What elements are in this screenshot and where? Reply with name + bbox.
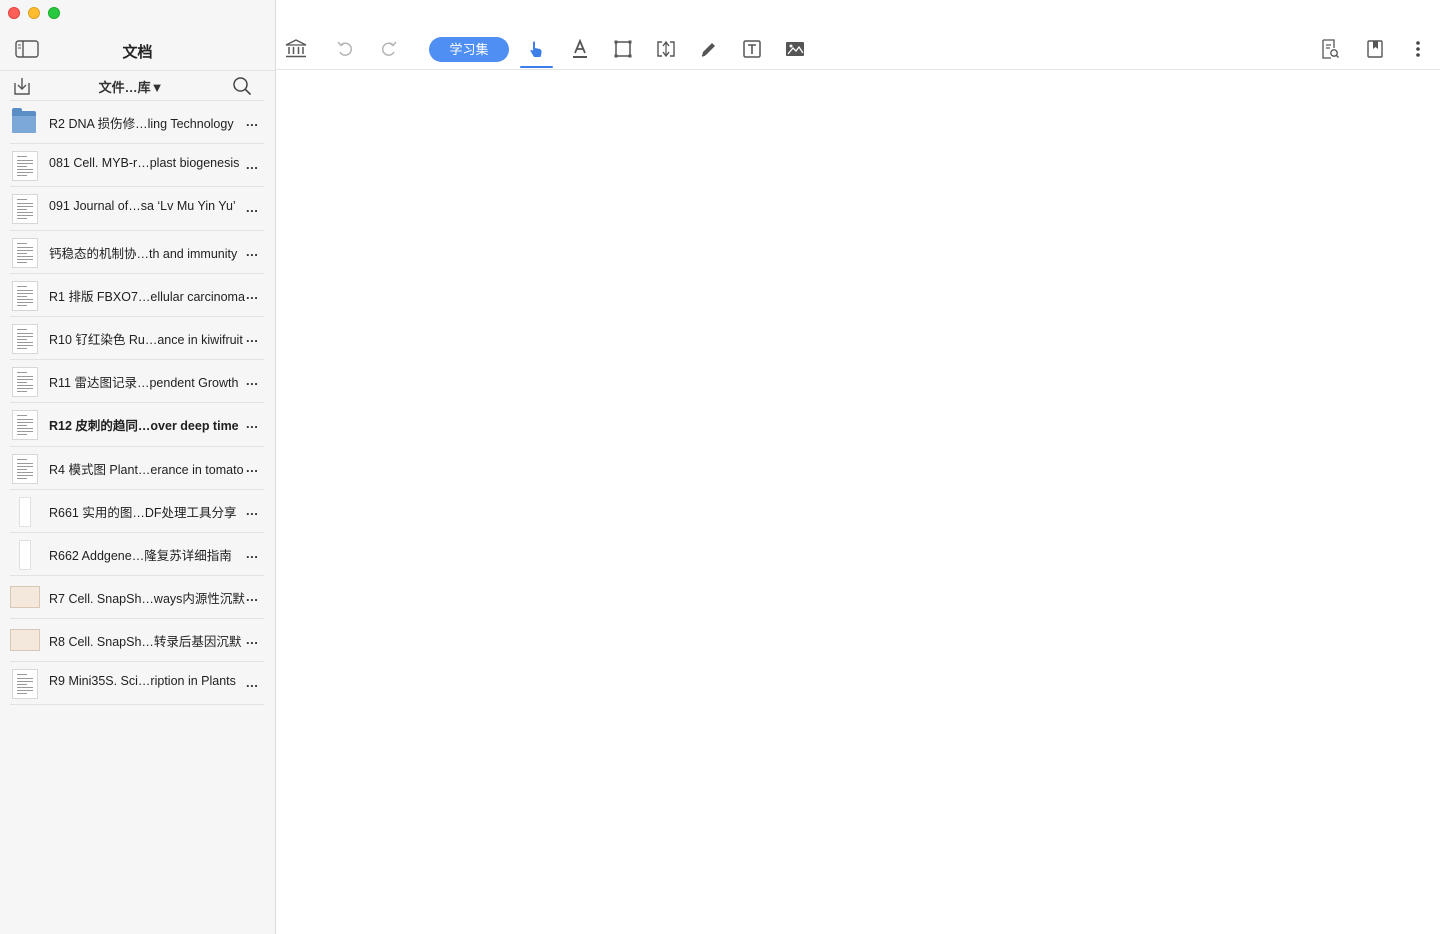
- toolbar: 学习集: [276, 0, 1440, 70]
- document-list-item[interactable]: R7 Cell. SnapSh…ways内源性沉默...: [10, 575, 264, 618]
- pen-icon[interactable]: [698, 38, 720, 60]
- document-list-item[interactable]: R1 排版 FBXO7…ellular carcinoma...: [10, 272, 264, 316]
- document-list-item[interactable]: R4 模式图 Plant…erance in tomato...: [10, 445, 264, 489]
- document-thumbnail: [12, 410, 38, 441]
- document-thumbnail: [10, 629, 40, 652]
- more-options-icon[interactable]: ...: [246, 675, 258, 690]
- document-title: R10 钌红染色 Ru…ance in kiwifruit: [49, 332, 243, 347]
- more-options-icon[interactable]: ...: [246, 503, 258, 518]
- text-box-icon[interactable]: [741, 38, 763, 60]
- library-select[interactable]: 文件…库▼: [0, 77, 262, 96]
- document-thumbnail: [12, 194, 38, 225]
- document-thumbnail: [12, 669, 38, 700]
- text-highlight-icon[interactable]: [569, 38, 591, 60]
- more-options-icon[interactable]: ...: [246, 416, 258, 431]
- bookmark-icon[interactable]: [1364, 38, 1386, 60]
- sidebar-toggle-icon[interactable]: [15, 40, 39, 58]
- search-icon[interactable]: [231, 75, 253, 97]
- more-options-icon[interactable]: ...: [246, 114, 258, 129]
- document-list-item[interactable]: R8 Cell. SnapSh…转录后基因沉默...: [10, 618, 264, 661]
- rectangle-select-icon[interactable]: [612, 38, 634, 60]
- document-title: R11 雷达图记录…pendent Growth: [49, 376, 239, 391]
- document-title: R2 DNA 损伤修…ling Technology: [49, 117, 234, 131]
- minimize-window-button[interactable]: [28, 7, 40, 19]
- more-options-icon[interactable]: ...: [246, 632, 258, 647]
- document-list-item[interactable]: R12 皮刺的趋同…over deep time...: [10, 402, 264, 445]
- more-options-icon[interactable]: ...: [246, 287, 258, 302]
- more-options-icon[interactable]: ...: [246, 546, 258, 561]
- document-thumbnail: [12, 323, 38, 354]
- document-thumbnail: [10, 586, 40, 609]
- more-options-icon[interactable]: ...: [246, 373, 258, 388]
- redo-icon[interactable]: [378, 38, 400, 60]
- document-title: R12 皮刺的趋同…over deep time: [49, 419, 239, 434]
- undo-icon[interactable]: [334, 38, 356, 60]
- document-thumbnail: [12, 151, 38, 182]
- more-options-icon[interactable]: ...: [246, 200, 258, 215]
- sidebar-tools: 文件…库▼: [0, 70, 275, 100]
- sidebar-header: 文档: [0, 36, 275, 68]
- study-set-button[interactable]: 学习集: [429, 37, 509, 62]
- document-title: 091 Journal of…sa ‘Lv Mu Yin Yu’: [49, 199, 236, 214]
- app-window: 文档 文件…库▼ R2 DNA 损伤修…ling Technology ... …: [0, 0, 1440, 934]
- sidebar-title: 文档: [122, 44, 153, 61]
- document-thumbnail: [12, 237, 38, 268]
- more-options-icon[interactable]: ...: [246, 330, 258, 345]
- document-list-item[interactable]: 091 Journal of…sa ‘Lv Mu Yin Yu’...: [10, 186, 264, 229]
- document-title: R7 Cell. SnapSh…ways内源性沉默: [49, 592, 245, 607]
- document-title: R8 Cell. SnapSh…转录后基因沉默: [49, 635, 242, 650]
- more-vertical-icon[interactable]: [1407, 38, 1429, 60]
- library-icon[interactable]: [285, 38, 307, 60]
- more-options-icon[interactable]: ...: [246, 589, 258, 604]
- document-thumbnail: [12, 453, 38, 484]
- document-title: R1 排版 FBXO7…ellular carcinoma: [49, 289, 245, 304]
- document-thumbnail: [12, 280, 38, 311]
- close-window-button[interactable]: [8, 7, 20, 19]
- document-viewer[interactable]: [276, 71, 1440, 934]
- document-list-item[interactable]: 081 Cell. MYB-r…plast biogenesis...: [10, 143, 264, 186]
- active-tool-indicator: [520, 66, 553, 68]
- folder-thumbnail-icon: [12, 108, 36, 133]
- document-title: R661 实用的图…DF处理工具分享: [49, 505, 237, 520]
- document-list-item[interactable]: R10 钌红染色 Ru…ance in kiwifruit...: [10, 315, 264, 359]
- document-title: R9 Mini35S. Sci…ription in Plants: [49, 674, 236, 689]
- crop-icon[interactable]: [655, 38, 677, 60]
- document-search-icon[interactable]: [1319, 38, 1341, 60]
- document-list-item[interactable]: R2 DNA 损伤修…ling Technology...: [10, 100, 264, 143]
- document-title: R662 Addgene…隆复苏详细指南: [49, 548, 232, 563]
- hand-pointer-icon[interactable]: [525, 38, 547, 60]
- document-list-item[interactable]: R661 实用的图…DF处理工具分享...: [10, 488, 264, 532]
- document-list: R2 DNA 损伤修…ling Technology... 081 Cell. M…: [10, 100, 264, 705]
- more-options-icon[interactable]: ...: [246, 460, 258, 475]
- image-icon[interactable]: [784, 38, 806, 60]
- more-options-icon[interactable]: ...: [246, 157, 258, 172]
- sidebar: 文档 文件…库▼ R2 DNA 损伤修…ling Technology ... …: [0, 0, 276, 934]
- more-options-icon[interactable]: ...: [246, 244, 258, 259]
- document-title: 钙稳态的机制协…th and immunity: [49, 246, 238, 261]
- document-thumbnail: [12, 367, 38, 398]
- document-thumbnail: [19, 496, 31, 527]
- window-controls: [8, 7, 60, 19]
- document-thumbnail: [19, 539, 31, 570]
- document-list-item[interactable]: R9 Mini35S. Sci…ription in Plants...: [10, 661, 264, 705]
- document-title: R4 模式图 Plant…erance in tomato: [49, 462, 244, 477]
- document-list-item[interactable]: R11 雷达图记录…pendent Growth...: [10, 359, 264, 402]
- document-list-item[interactable]: R662 Addgene…隆复苏详细指南...: [10, 531, 264, 575]
- document-list-item[interactable]: 钙稳态的机制协…th and immunity...: [10, 229, 264, 273]
- document-title: 081 Cell. MYB-r…plast biogenesis: [49, 156, 240, 171]
- maximize-window-button[interactable]: [48, 7, 60, 19]
